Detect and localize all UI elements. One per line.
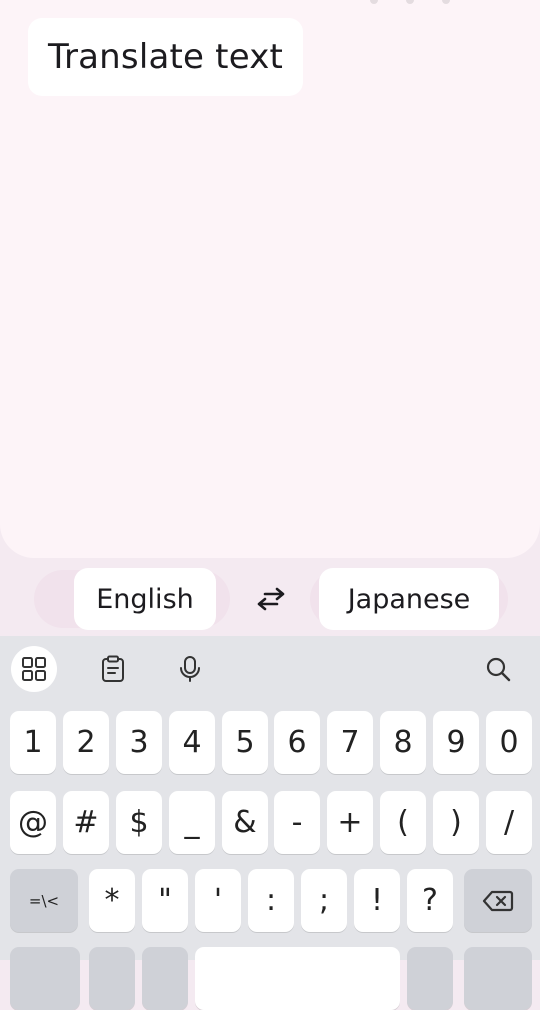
input-area[interactable]: Translate text (0, 0, 540, 558)
swap-arrows-icon (257, 587, 285, 611)
key-0[interactable]: 0 (486, 711, 532, 774)
on-screen-keyboard: 1 2 3 4 5 6 7 8 9 0 @ # $ _ & - + ( ) / … (0, 636, 540, 1010)
source-language-button[interactable]: English (74, 568, 216, 630)
search-icon (486, 657, 511, 682)
key-6[interactable]: 6 (274, 711, 320, 774)
voice-input-button[interactable] (167, 646, 213, 692)
language-bar: English Japanese (0, 560, 540, 636)
key-4[interactable]: 4 (169, 711, 215, 774)
bottom-left-key[interactable] (10, 947, 80, 1010)
key-hash[interactable]: # (63, 791, 109, 854)
key-9[interactable]: 9 (433, 711, 479, 774)
key-at[interactable]: @ (10, 791, 56, 854)
clipboard-button[interactable] (90, 646, 136, 692)
bottom-key-2[interactable] (89, 947, 135, 1010)
key-right-paren[interactable]: ) (433, 791, 479, 854)
keyboard-search-button[interactable] (475, 646, 521, 692)
key-double-quote[interactable]: " (142, 869, 188, 932)
backspace-key[interactable] (464, 869, 532, 932)
key-exclamation[interactable]: ! (354, 869, 400, 932)
key-slash[interactable]: / (486, 791, 532, 854)
keyboard-toolbar (0, 636, 540, 700)
more-symbols-key[interactable]: =\< (10, 869, 78, 932)
microphone-icon (180, 656, 200, 682)
key-plus[interactable]: + (327, 791, 373, 854)
bottom-key-3[interactable] (142, 947, 188, 1010)
key-1[interactable]: 1 (10, 711, 56, 774)
key-underscore[interactable]: _ (169, 791, 215, 854)
key-minus[interactable]: - (274, 791, 320, 854)
space-key[interactable] (195, 947, 400, 1010)
key-dollar[interactable]: $ (116, 791, 162, 854)
key-8[interactable]: 8 (380, 711, 426, 774)
key-2[interactable]: 2 (63, 711, 109, 774)
status-indicators (370, 0, 450, 4)
apps-button[interactable] (11, 646, 57, 692)
clipboard-icon (102, 655, 124, 682)
key-asterisk[interactable]: * (89, 869, 135, 932)
key-3[interactable]: 3 (116, 711, 162, 774)
key-7[interactable]: 7 (327, 711, 373, 774)
backspace-icon (482, 890, 514, 911)
key-5[interactable]: 5 (222, 711, 268, 774)
key-ampersand[interactable]: & (222, 791, 268, 854)
input-placeholder[interactable]: Translate text (28, 18, 304, 96)
apps-grid-icon (22, 657, 46, 681)
swap-languages-button[interactable] (252, 582, 290, 616)
key-single-quote[interactable]: ' (195, 869, 241, 932)
bottom-key-5[interactable] (407, 947, 453, 1010)
key-semicolon[interactable]: ; (301, 869, 347, 932)
key-question[interactable]: ? (407, 869, 453, 932)
target-language-button[interactable]: Japanese (319, 568, 499, 630)
key-colon[interactable]: : (248, 869, 294, 932)
key-left-paren[interactable]: ( (380, 791, 426, 854)
enter-key[interactable] (464, 947, 532, 1010)
